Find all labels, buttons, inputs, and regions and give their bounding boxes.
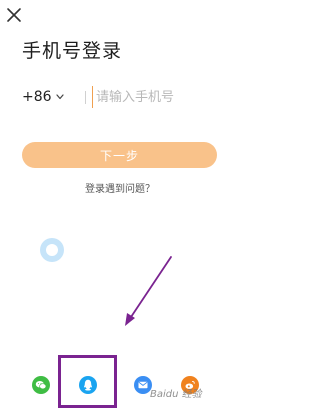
floating-assist-ball[interactable] xyxy=(40,238,64,262)
floating-ball-center xyxy=(46,244,58,256)
wechat-login-button[interactable] xyxy=(32,376,50,394)
divider xyxy=(85,91,86,104)
mail-icon xyxy=(138,381,148,389)
close-icon xyxy=(7,8,21,22)
country-code-selector[interactable]: +86 xyxy=(22,88,64,106)
phone-number-input[interactable] xyxy=(92,86,220,108)
qq-penguin-icon xyxy=(83,379,93,391)
page-title: 手机号登录 xyxy=(22,40,123,62)
qq-login-button[interactable] xyxy=(79,376,97,394)
wechat-icon xyxy=(35,381,47,390)
next-step-button[interactable]: 下一步 xyxy=(22,142,217,168)
login-help-link[interactable]: 登录遇到问题？ xyxy=(0,180,240,195)
close-button[interactable] xyxy=(5,6,23,24)
chevron-down-icon xyxy=(55,94,64,100)
country-code-label: +86 xyxy=(22,89,52,105)
phone-input-row: +86 xyxy=(22,82,220,112)
weibo-icon xyxy=(185,380,195,389)
weibo-login-button[interactable] xyxy=(181,376,199,394)
email-login-button[interactable] xyxy=(134,376,152,394)
